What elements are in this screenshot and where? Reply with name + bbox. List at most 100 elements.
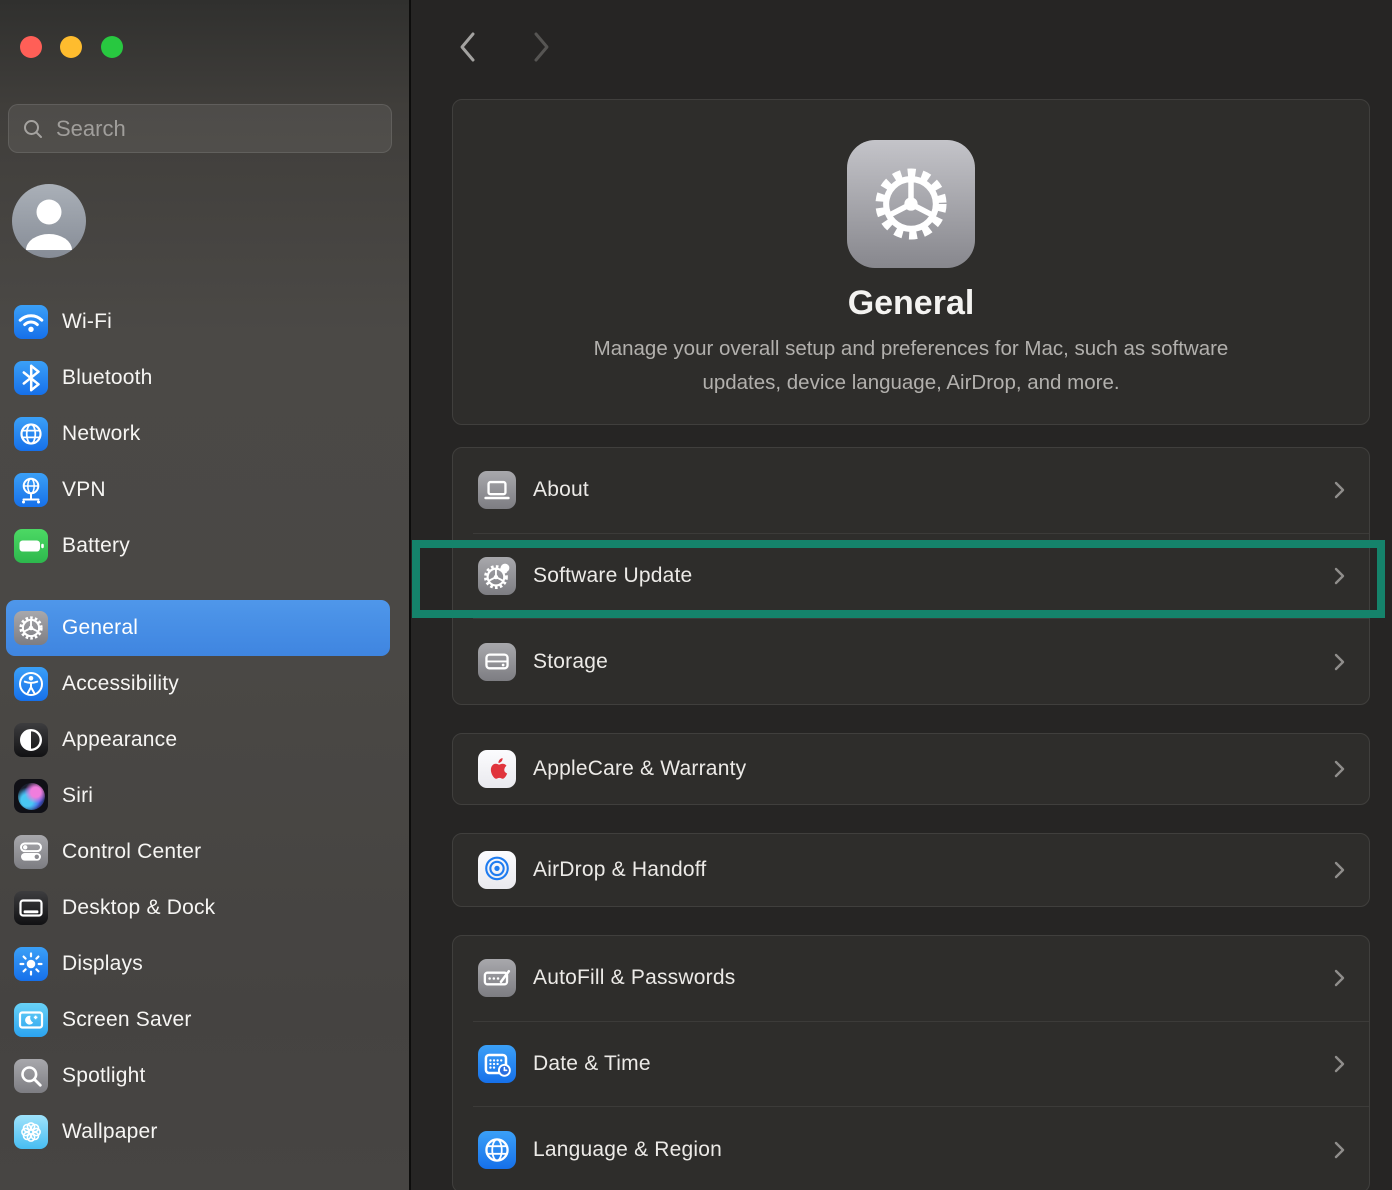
chevron-right-icon [1334,760,1345,778]
sidebar-item-screen-saver[interactable]: Screen Saver [6,992,390,1048]
sidebar-item-label: Siri [62,784,93,808]
wifi-icon [14,305,48,339]
sidebar-item-label: Displays [62,952,143,976]
row-storage[interactable]: Storage [453,619,1369,704]
row-label: About [533,478,1334,502]
row-about[interactable]: About [453,448,1369,533]
general-header-card: General Manage your overall setup and pr… [452,99,1370,425]
chevron-right-icon [1334,653,1345,671]
user-silhouette-icon [12,184,86,258]
sidebar-item-control-center[interactable]: Control Center [6,824,390,880]
sidebar-item-label: General [62,616,138,640]
sidebar-item-label: Bluetooth [62,366,153,390]
search-field[interactable] [8,104,392,153]
apple-logo-icon [478,750,516,788]
sidebar-item-label: Network [62,422,140,446]
sidebar-item-label: Appearance [62,728,177,752]
sidebar-item-displays[interactable]: Displays [6,936,390,992]
magnifier-icon [22,118,44,140]
battery-icon [14,529,48,563]
minimize-button[interactable] [60,36,82,58]
sidebar-item-appearance[interactable]: Appearance [6,712,390,768]
sidebar-item-accessibility[interactable]: Accessibility [6,656,390,712]
siri-orb-icon [14,779,48,813]
page-title: General [848,284,975,323]
row-label: Date & Time [533,1052,1334,1076]
sidebar-item-label: VPN [62,478,106,502]
sidebar-item-label: Spotlight [62,1064,146,1088]
network-globe-icon [14,417,48,451]
row-label: AutoFill & Passwords [533,966,1334,990]
row-autofill-passwords[interactable]: AutoFill & Passwords [453,936,1369,1021]
vpn-globe-icon [14,473,48,507]
chevron-right-icon [1334,969,1345,987]
sidebar-item-vpn[interactable]: VPN [6,462,390,518]
chevron-right-icon [1334,567,1345,585]
sidebar-item-label: Wallpaper [62,1120,158,1144]
sidebar-item-siri[interactable]: Siri [6,768,390,824]
row-label: Storage [533,650,1334,674]
sidebar-item-label: Accessibility [62,672,179,696]
search-input[interactable] [54,115,391,143]
bluetooth-icon [14,361,48,395]
row-airdrop-handoff[interactable]: AirDrop & Handoff [453,834,1369,906]
chevron-right-icon [530,30,552,64]
close-button[interactable] [20,36,42,58]
sidebar-item-label: Control Center [62,840,201,864]
control-center-toggles-icon [14,835,48,869]
system-settings-window: Wi-Fi Bluetooth Network [0,0,1392,1190]
chevron-right-icon [1334,481,1345,499]
zoom-button[interactable] [101,36,123,58]
row-label: Software Update [533,564,1334,588]
row-language-region[interactable]: Language & Region [453,1107,1369,1190]
chevron-right-icon [1334,1055,1345,1073]
chevron-right-icon [1334,861,1345,879]
sidebar-item-label: Wi-Fi [62,310,112,334]
chevron-left-icon [457,30,479,64]
flower-icon [14,1115,48,1149]
autofill-field-pencil-icon [478,959,516,997]
sidebar: Wi-Fi Bluetooth Network [0,0,410,1190]
sidebar-item-label: Battery [62,534,130,558]
sidebar-item-label: Desktop & Dock [62,896,215,920]
appearance-icon [14,723,48,757]
sidebar-item-spotlight[interactable]: Spotlight [6,1048,390,1104]
desktop-window-icon [14,891,48,925]
sidebar-item-wifi[interactable]: Wi-Fi [6,294,390,350]
applecare-card: AppleCare & Warranty [452,733,1370,805]
gear-icon [14,611,48,645]
row-applecare-warranty[interactable]: AppleCare & Warranty [453,734,1369,804]
row-label: AppleCare & Warranty [533,757,1334,781]
sidebar-item-battery[interactable]: Battery [6,518,390,574]
sidebar-item-desktop-dock[interactable]: Desktop & Dock [6,880,390,936]
sidebar-item-general[interactable]: General [6,600,390,656]
calendar-clock-icon [478,1045,516,1083]
row-label: Language & Region [533,1138,1334,1162]
about-group-card: About Softw [452,447,1370,705]
globe-icon [478,1131,516,1169]
avatar[interactable] [12,184,86,258]
sidebar-item-bluetooth[interactable]: Bluetooth [6,350,390,406]
hard-drive-icon [478,643,516,681]
laptop-icon [478,471,516,509]
sun-icon [14,947,48,981]
autofill-group-card: AutoFill & Passwords [452,935,1370,1190]
page-description: Manage your overall setup and preference… [594,332,1229,400]
main-panel: General Manage your overall setup and pr… [411,0,1392,1190]
row-date-time[interactable]: Date & Time [453,1022,1369,1107]
accessibility-icon [14,667,48,701]
magnifier-icon [14,1059,48,1093]
gear-icon [847,140,975,268]
airdrop-card: AirDrop & Handoff [452,833,1370,907]
forward-button[interactable] [528,28,554,66]
sidebar-item-network[interactable]: Network [6,406,390,462]
screen-moon-icon [14,1003,48,1037]
airdrop-waves-icon [478,851,516,889]
gear-update-badge-icon [478,557,516,595]
sidebar-item-label: Screen Saver [62,1008,192,1032]
sidebar-item-wallpaper[interactable]: Wallpaper [6,1104,390,1160]
row-label: AirDrop & Handoff [533,858,1334,882]
row-software-update[interactable]: Software Update [453,534,1369,619]
back-button[interactable] [455,28,481,66]
chevron-right-icon [1334,1141,1345,1159]
